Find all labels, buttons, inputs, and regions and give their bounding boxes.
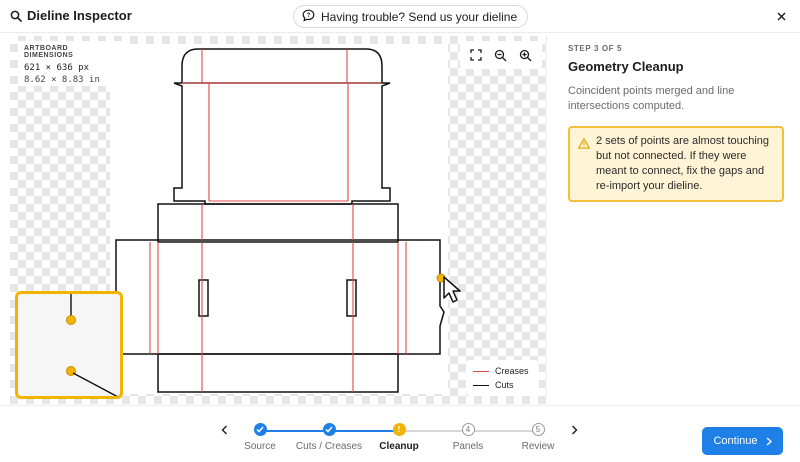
step-warning-icon: ! [392, 423, 406, 436]
chevron-right-icon [766, 436, 772, 446]
step-source[interactable]: Source [220, 423, 300, 452]
cut-swatch [473, 384, 489, 386]
warning-text: 2 sets of points are almost touching but… [596, 135, 770, 192]
help-text: Having trouble? Send us your dieline [321, 9, 518, 24]
zoom-out-icon [495, 49, 507, 61]
legend-cuts-label: Cuts [495, 380, 514, 390]
zoom-in-button[interactable] [516, 45, 536, 65]
step-review-label: Review [521, 441, 555, 452]
gap-detail [66, 294, 118, 396]
legend: Creases Cuts [466, 360, 539, 396]
continue-label: Continue [713, 435, 758, 447]
zoom-toolbar [460, 41, 542, 69]
continue-button[interactable]: Continue [702, 427, 783, 455]
app-title: Dieline Inspector [10, 8, 132, 23]
step-source-label: Source [244, 441, 276, 452]
dieline-canvas[interactable]: ARTBOARD DIMENSIONS 621 × 636 px 8.62 × … [10, 36, 547, 404]
step-review[interactable]: 5 Review [498, 423, 578, 452]
step-cleanup-label: Cleanup [379, 441, 419, 452]
step-panels[interactable]: 4 Panels [428, 423, 508, 452]
cut-lines [115, 48, 445, 393]
fullscreen-icon [470, 49, 482, 61]
step-panels-label: Panels [452, 441, 484, 452]
zoom-out-button[interactable] [491, 45, 511, 65]
svg-text:?: ? [307, 13, 311, 19]
app-title-text: Dieline Inspector [27, 8, 132, 23]
dims-label: ARTBOARD DIMENSIONS [24, 45, 74, 59]
help-button[interactable]: ? Having trouble? Send us your dieline [293, 5, 529, 28]
dims-px: 621 × 636 px [24, 63, 90, 73]
warning-icon [578, 134, 590, 194]
legend-cuts: Cuts [473, 378, 532, 392]
dims-in: 8.62 × 8.83 in [24, 75, 100, 85]
step-panel: STEP 3 OF 5 Geometry Cleanup Coincident … [568, 44, 788, 202]
step-done-icon [322, 423, 336, 436]
warning-box: 2 sets of points are almost touching but… [568, 126, 784, 202]
chat-help-icon: ? [302, 9, 315, 25]
gap-point-a [66, 315, 76, 325]
header-bar: Dieline Inspector ? Having trouble? Send… [0, 0, 800, 33]
crease-lines [149, 49, 407, 392]
zoom-in-icon [519, 49, 532, 61]
gap-zoom-inset [15, 291, 123, 399]
panel-title: Geometry Cleanup [568, 59, 684, 74]
fit-button[interactable] [466, 45, 486, 65]
close-button[interactable] [774, 9, 788, 23]
step-label: STEP 3 OF 5 [568, 44, 623, 53]
legend-creases-label: Creases [495, 366, 529, 376]
step-number-5: 5 [531, 423, 545, 436]
step-cuts-creases[interactable]: Cuts / Creases [289, 423, 369, 452]
step-done-icon [253, 423, 267, 436]
footer-bar: Source Cuts / Creases ! Cleanup 4 Panels… [0, 405, 800, 462]
artboard-dimensions-card: ARTBOARD DIMENSIONS 621 × 636 px 8.62 × … [18, 41, 124, 86]
inspect-icon [10, 10, 22, 22]
legend-creases: Creases [473, 364, 532, 378]
cursor-icon [443, 276, 461, 303]
close-icon [777, 12, 785, 20]
step-number-4: 4 [461, 423, 475, 436]
step-cuts-creases-label: Cuts / Creases [295, 441, 363, 452]
panel-description: Coincident points merged and line inters… [568, 85, 735, 112]
step-cleanup[interactable]: ! Cleanup [359, 423, 439, 452]
crease-swatch [473, 370, 489, 372]
